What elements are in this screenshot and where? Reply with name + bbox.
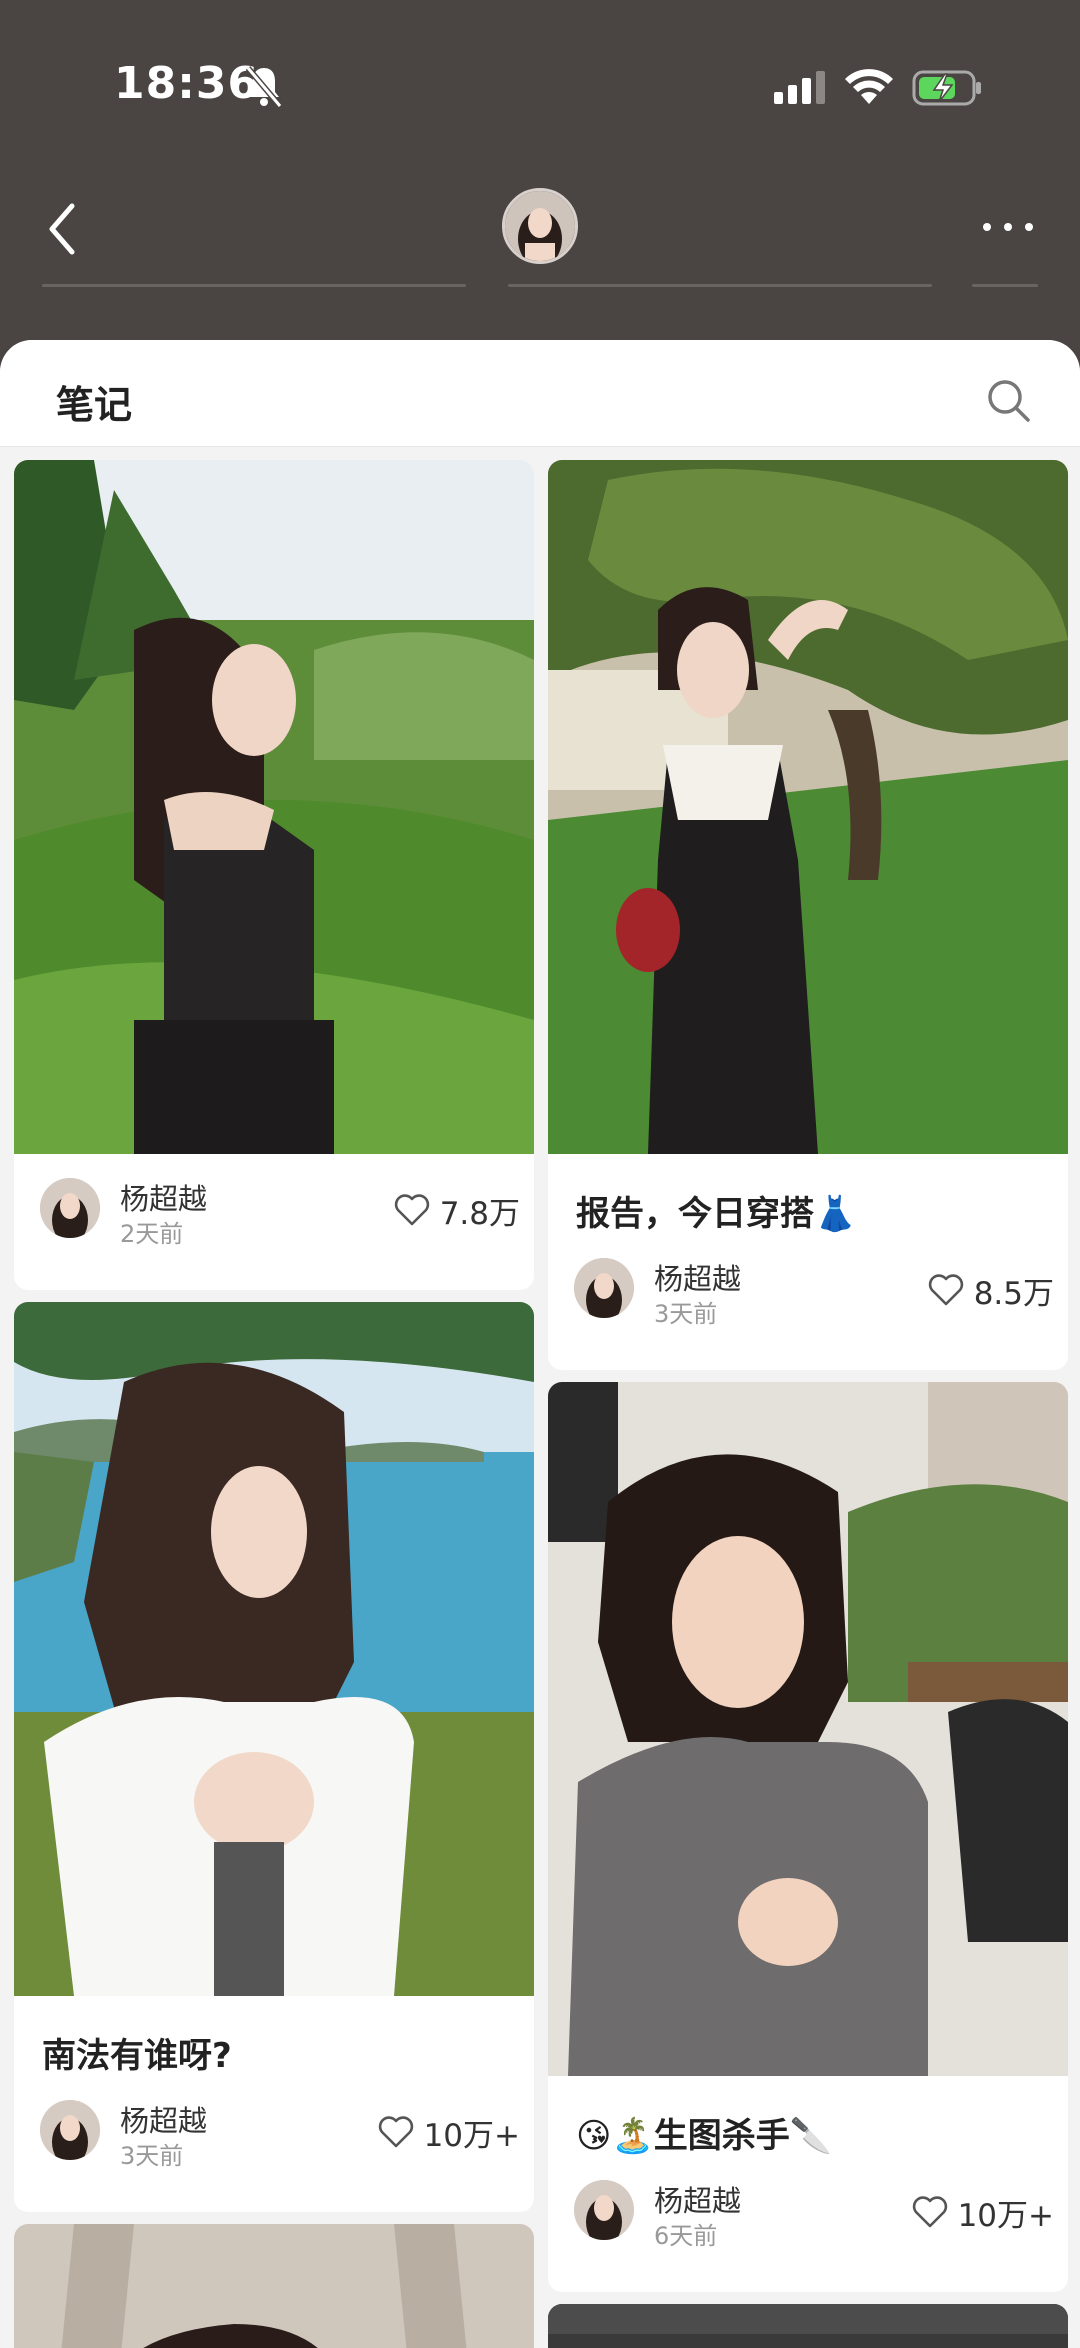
like-button[interactable]: 7.8万 xyxy=(394,1190,520,1232)
heart-icon xyxy=(912,2196,947,2228)
like-button[interactable]: 8.5万 xyxy=(928,1270,1054,1312)
note-photo xyxy=(14,1302,534,1996)
wifi-icon xyxy=(845,69,893,104)
note-photo xyxy=(14,2224,534,2348)
heart-icon xyxy=(394,1194,429,1226)
author-avatar xyxy=(40,2100,100,2160)
post-time: 3天前 xyxy=(120,2142,184,2170)
note-card[interactable]: 报告，今日穿搭👗 杨超越 3天前 8.5万 xyxy=(548,460,1068,1370)
search-icon[interactable] xyxy=(984,376,1032,424)
author-row: 杨超越 3天前 10万+ xyxy=(40,2098,520,2170)
note-card[interactable]: 南法有谁呀? 杨超越 3天前 10万+ xyxy=(14,1302,534,2212)
note-card[interactable] xyxy=(14,2224,534,2348)
note-card[interactable]: 😘🏝️生图杀手🔪 杨超越 6天前 10万+ xyxy=(548,1382,1068,2292)
heart-icon xyxy=(928,1274,963,1306)
note-card[interactable]: 杨超越 2天前 7.8万 xyxy=(14,460,534,1290)
note-photo xyxy=(548,460,1068,1154)
battery-charging-icon xyxy=(912,70,981,106)
author-name: 杨超越 xyxy=(654,2184,742,2218)
like-count: 7.8万 xyxy=(439,1195,520,1232)
sheet-header: 笔记 xyxy=(0,340,1080,447)
like-count: 8.5万 xyxy=(973,1275,1054,1312)
tab-indicator-line xyxy=(42,284,466,287)
tab-indicator-line xyxy=(972,284,1038,287)
post-time: 3天前 xyxy=(654,1300,718,1328)
note-photo xyxy=(14,460,534,1154)
author-avatar xyxy=(40,1178,100,1238)
author-avatar xyxy=(574,2180,634,2240)
status-bar: 18:36 xyxy=(0,0,1080,170)
like-count: 10万+ xyxy=(423,2117,520,2154)
note-photo xyxy=(548,2304,1068,2348)
like-button[interactable]: 10万+ xyxy=(912,2192,1054,2234)
note-caption: 报告，今日穿搭👗 xyxy=(576,1194,857,1234)
author-name: 杨超越 xyxy=(120,1182,208,1216)
like-button[interactable]: 10万+ xyxy=(378,2112,520,2154)
author-name: 杨超越 xyxy=(654,1262,742,1296)
like-count: 10万+ xyxy=(957,2197,1054,2234)
tab-indicator-line xyxy=(508,284,932,287)
post-time: 2天前 xyxy=(120,1220,184,1248)
bell-muted-icon xyxy=(245,66,283,108)
author-name: 杨超越 xyxy=(120,2104,208,2138)
heart-icon xyxy=(378,2116,413,2148)
sheet-title: 笔记 xyxy=(56,383,133,427)
avatar-image xyxy=(505,191,575,261)
more-options-icon[interactable] xyxy=(980,220,1036,234)
post-time: 6天前 xyxy=(654,2222,718,2250)
cellular-signal-icon xyxy=(774,71,825,104)
author-row: 杨超越 3天前 8.5万 xyxy=(574,1256,1054,1328)
notes-sheet: 笔记 杨超越 2天前 7.8万 报告，今日穿搭👗 杨超越 3天前 8.5万 南法… xyxy=(0,340,1080,2348)
note-caption: 😘🏝️生图杀手🔪 xyxy=(576,2116,833,2156)
back-chevron-icon[interactable] xyxy=(40,196,84,262)
author-avatar xyxy=(574,1258,634,1318)
profile-avatar[interactable] xyxy=(502,188,578,264)
author-row: 杨超越 6天前 10万+ xyxy=(574,2178,1054,2250)
note-photo xyxy=(548,1382,1068,2076)
note-caption: 南法有谁呀? xyxy=(42,2036,232,2076)
author-row: 杨超越 2天前 7.8万 xyxy=(40,1176,520,1248)
status-time: 18:36 xyxy=(114,58,260,109)
note-card[interactable] xyxy=(548,2304,1068,2348)
